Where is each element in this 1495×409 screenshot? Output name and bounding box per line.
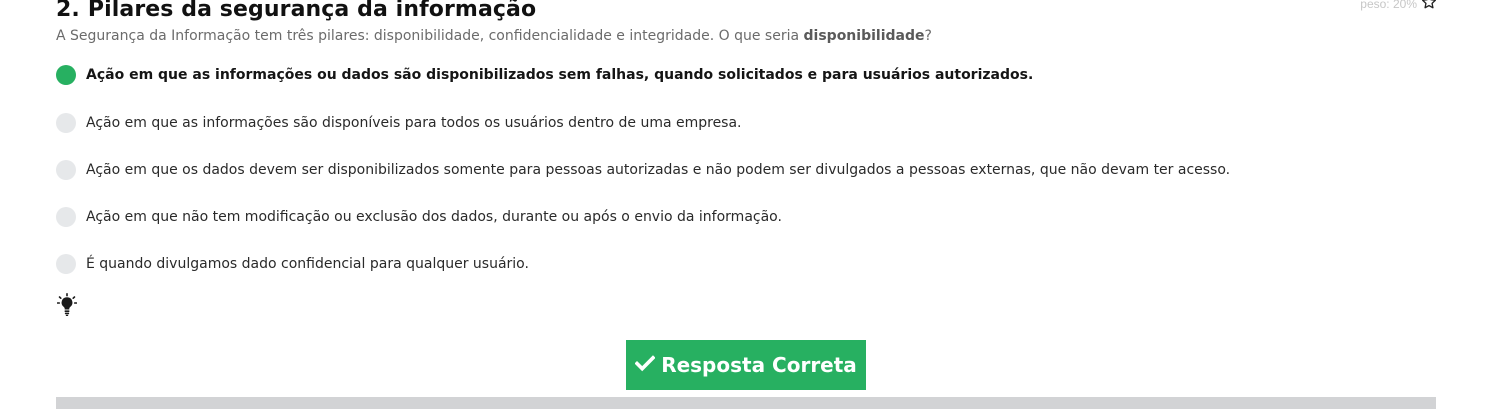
answer-option[interactable]: Ação em que as informações ou dados são … [56, 64, 1033, 86]
answer-option-label: Ação em que as informações são disponíve… [86, 115, 742, 131]
answer-option-label: É quando divulgamos dado confidencial pa… [86, 256, 529, 272]
question-weight: peso: 20% [1360, 0, 1437, 13]
radio-checked-icon[interactable] [56, 65, 76, 85]
star-icon[interactable] [1421, 0, 1437, 13]
question-number: 2. [56, 0, 80, 22]
question-emphasis: disponibilidade [803, 28, 925, 44]
answer-option-label: Ação em que os dados devem ser disponibi… [86, 162, 1231, 178]
radio-unchecked-icon[interactable] [56, 113, 76, 133]
answer-option[interactable]: Ação em que as informações são disponíve… [56, 112, 742, 134]
correct-answer-button[interactable]: Resposta Correta [626, 340, 866, 390]
radio-unchecked-icon[interactable] [56, 254, 76, 274]
weight-label: peso: 20% [1360, 0, 1417, 11]
answer-option[interactable]: Ação em que não tem modificação ou exclu… [56, 206, 782, 228]
answer-option-label: Ação em que as informações ou dados são … [86, 67, 1034, 83]
section-divider [56, 397, 1436, 409]
answer-option[interactable]: Ação em que os dados devem ser disponibi… [56, 159, 1230, 181]
answer-option[interactable]: É quando divulgamos dado confidencial pa… [56, 253, 529, 275]
question-title-text: Pilares da segurança da informação [87, 0, 537, 22]
question-title: 2. Pilares da segurança da informação [56, 0, 536, 22]
lightbulb-icon[interactable] [56, 293, 78, 317]
radio-unchecked-icon[interactable] [56, 207, 76, 227]
question-text: A Segurança da Informação tem três pilar… [56, 28, 932, 44]
correct-answer-label: Resposta Correta [661, 353, 857, 377]
radio-unchecked-icon[interactable] [56, 160, 76, 180]
answer-option-label: Ação em que não tem modificação ou exclu… [86, 209, 782, 225]
check-icon [634, 353, 656, 377]
